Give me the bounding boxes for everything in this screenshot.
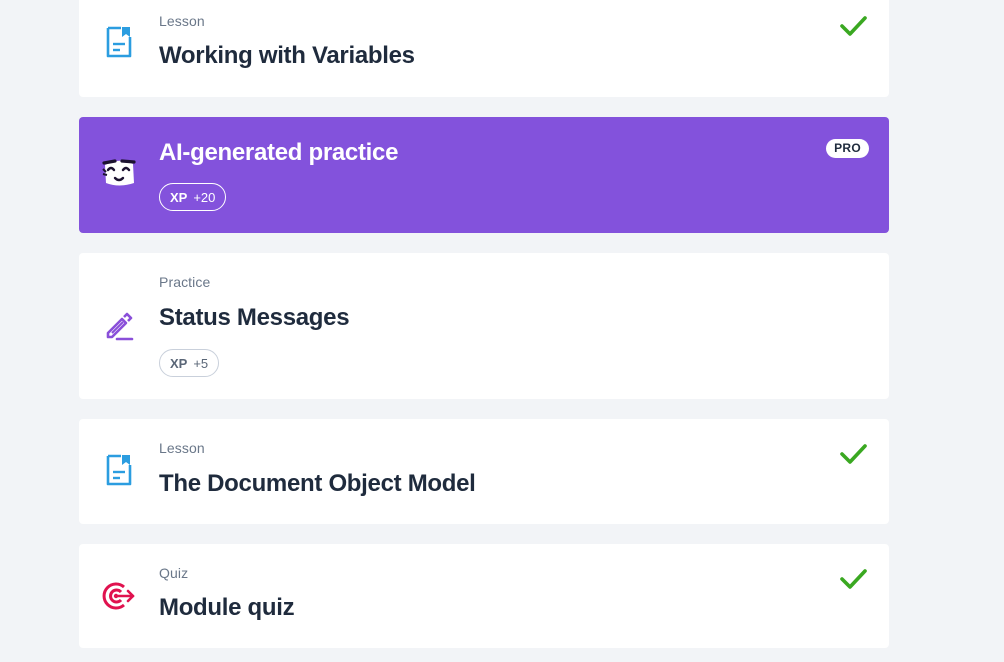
item-kind: Practice [159, 274, 211, 290]
xp-badge: XP +5 [159, 349, 220, 377]
lesson-doc-icon [101, 452, 137, 488]
completed-check-icon [839, 12, 867, 40]
item-kind: Quiz [159, 565, 189, 581]
module-item-document-object-model[interactable]: Lesson The Document Object Model [79, 419, 889, 524]
xp-label: XP [170, 189, 188, 205]
item-title: Module quiz [159, 594, 295, 621]
completed-check-icon [839, 440, 867, 468]
completed-check-icon [839, 565, 867, 593]
module-item-working-with-variables[interactable]: Lesson Working with Variables [79, 0, 889, 97]
lesson-doc-icon [101, 24, 137, 60]
item-title: Working with Variables [159, 42, 415, 69]
item-kind: Lesson [159, 13, 205, 29]
xp-badge: XP +20 [159, 183, 227, 211]
item-title: AI-generated practice [159, 139, 399, 166]
module-item-status-messages[interactable]: Practice Status Messages XP +5 [79, 253, 889, 399]
item-title: Status Messages [159, 304, 350, 331]
module-item-ai-generated-practice[interactable]: AI-generated practice XP +20 PRO [79, 117, 889, 233]
item-kind: Lesson [159, 440, 205, 456]
item-title: The Document Object Model [159, 470, 476, 497]
pencil-icon [101, 308, 137, 344]
xp-value: +20 [193, 189, 216, 205]
xp-value: +5 [193, 355, 209, 371]
xp-label: XP [170, 355, 188, 371]
module-item-module-quiz[interactable]: Quiz Module quiz [79, 544, 889, 648]
target-icon [101, 578, 137, 614]
pro-badge: PRO [826, 139, 869, 158]
ai-mascot-icon [101, 155, 137, 191]
